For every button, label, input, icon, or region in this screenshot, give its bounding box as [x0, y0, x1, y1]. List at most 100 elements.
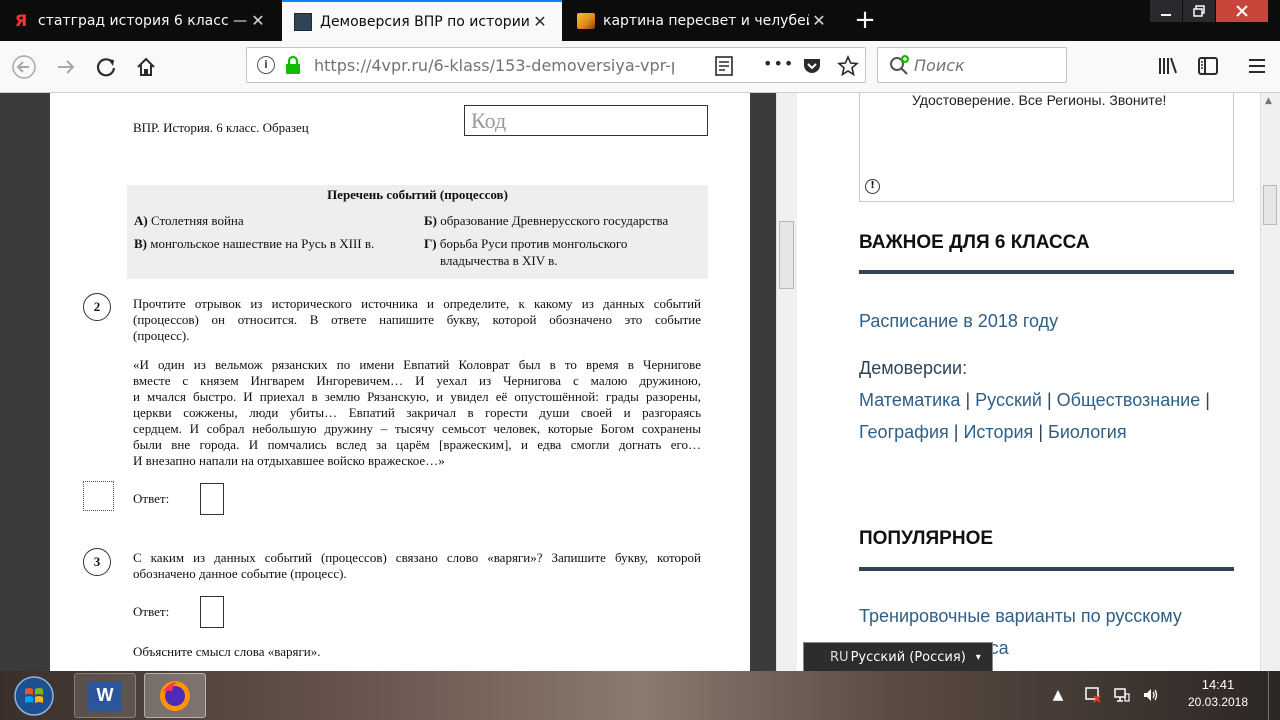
tab-label: статград история 6 класс — Я [38, 12, 248, 29]
event-letter: Г) [424, 236, 437, 251]
demo-links-row-2: География | История | Биология [859, 416, 1127, 448]
demo-link-russian[interactable]: Русский [975, 390, 1042, 410]
schedule-link-text[interactable]: Расписание в 2018 году [859, 311, 1058, 331]
question-number: 2 [83, 293, 111, 321]
ad-info-icon[interactable]: ! [865, 179, 880, 194]
page-scrollbar-thumb[interactable] [1263, 185, 1277, 225]
ad-banner[interactable]: Удостоверение. Все Регионы. Звоните! ! [859, 93, 1234, 202]
tab-kartina[interactable]: картина пересвет и челубей: ✕ [565, 0, 841, 41]
close-icon[interactable]: ✕ [809, 11, 829, 30]
demo-link-social[interactable]: Обществознание [1057, 390, 1201, 410]
volume-icon[interactable] [1141, 685, 1161, 705]
network-icon[interactable] [1112, 685, 1132, 705]
new-tab-button[interactable]: + [850, 4, 880, 36]
clock-time: 14:41 [1201, 677, 1235, 692]
q2-quote-line: вместе с князем Ингварем Ингоревичем… И … [133, 373, 701, 388]
event-text: монгольское нашествие на Русь в XIII в. [150, 236, 375, 251]
q3-explain: Объясните смысл слова «варяги». [133, 644, 321, 659]
page-actions-menu[interactable]: ••• [763, 54, 794, 73]
start-button[interactable] [4, 673, 64, 718]
demo-link-history[interactable]: История [963, 422, 1033, 442]
answer-label: Ответ: [133, 491, 170, 506]
restore-button[interactable] [1183, 0, 1215, 22]
pdf-viewer[interactable]: ВПР. История. 6 класс. Образец Код Переч… [0, 93, 797, 671]
q2-quote-line: были вне города. И помчались вслед за ца… [133, 437, 701, 452]
question-number: 3 [83, 548, 111, 576]
home-icon [137, 57, 155, 76]
close-icon [1236, 5, 1248, 17]
minimize-button[interactable] [1150, 0, 1182, 22]
word-taskbar-button[interactable]: W [74, 673, 136, 718]
score-box [83, 481, 114, 511]
schedule-link[interactable]: Расписание в 2018 году [859, 305, 1058, 337]
hamburger-menu-icon[interactable] [1246, 55, 1268, 77]
tab-demoversiya[interactable]: Демоверсия ВПР по истории ✕ [282, 0, 562, 41]
event-item-g: Г) борьба Руси против монгольского [424, 236, 627, 252]
link-separator: | [965, 390, 971, 410]
pdf-scrollbar-thumb[interactable] [779, 221, 794, 289]
pdf-header: ВПР. История. 6 класс. Образец [133, 120, 309, 135]
url-text[interactable]: https://4vpr.ru/6-klass/153-demoversiya-… [314, 56, 674, 75]
pocket-icon[interactable] [802, 56, 822, 76]
info-icon[interactable]: i [257, 56, 275, 74]
clock-date: 20.03.2018 [1187, 695, 1249, 709]
event-letter: В) [134, 236, 147, 251]
q2-quote-line: сердцем. И собрал небольшую дружину – ты… [133, 421, 701, 436]
windows-taskbar: W ▲ 14:41 20.03.2018 [0, 671, 1280, 720]
bookmark-star-icon[interactable] [837, 55, 859, 77]
q3-line: обозначено данное событие (процесс). [133, 566, 347, 581]
search-bar[interactable] [877, 47, 1067, 83]
close-icon[interactable]: ✕ [248, 11, 268, 30]
library-icon[interactable] [1157, 55, 1179, 77]
forward-button[interactable] [50, 51, 82, 83]
yandex-icon: Я [14, 11, 28, 30]
image-icon [577, 12, 595, 29]
language-bar[interactable]: RU Русский (Россия) ▾ [803, 642, 993, 672]
back-button[interactable] [8, 51, 40, 83]
show-desktop-button[interactable] [1268, 671, 1280, 720]
chevron-down-icon[interactable]: ▾ [966, 652, 981, 663]
reader-view-icon[interactable] [715, 56, 733, 76]
q2-line: (процессов) он относится. В ответе напиш… [133, 312, 701, 327]
demo-link-math[interactable]: Математика [859, 390, 960, 410]
scroll-up-icon[interactable]: ▲ [1265, 96, 1272, 106]
minimize-icon [1161, 14, 1171, 16]
event-letter: Б) [424, 213, 437, 228]
tray-overflow-icon[interactable]: ▲ [1048, 685, 1068, 705]
page-scrollbar[interactable]: ▲ [1260, 93, 1280, 671]
tab-yandex-search[interactable]: Я статград история 6 класс — Я ✕ [0, 0, 280, 41]
popular-link[interactable]: Тренировочные варианты по русскому [859, 600, 1182, 632]
clock[interactable]: 14:41 20.03.2018 [1178, 677, 1258, 709]
tab-label: картина пересвет и челубей: [603, 12, 809, 29]
event-item-b: Б) образование Древнерусского государств… [424, 213, 668, 229]
close-window-button[interactable] [1216, 0, 1268, 22]
link-separator: | [1205, 390, 1210, 410]
pdf-scrollbar[interactable] [776, 93, 797, 671]
action-center-icon[interactable] [1083, 685, 1103, 705]
sidebar-toggle-icon[interactable] [1197, 55, 1219, 77]
popular-link-text[interactable]: Тренировочные варианты по русскому [859, 606, 1182, 626]
event-item-v: В) монгольское нашествие на Русь в XIII … [134, 236, 374, 252]
q2-quote-line: церкви сожжены, люди убиты… Евпатий закр… [133, 405, 701, 420]
search-input[interactable] [914, 55, 1062, 75]
close-icon[interactable]: ✕ [530, 12, 550, 31]
home-button[interactable] [130, 51, 162, 83]
url-bar[interactable]: i https://4vpr.ru/6-klass/153-demoversiy… [246, 47, 866, 83]
event-text: образование Древнерусского государства [440, 213, 669, 228]
reload-icon [96, 58, 116, 77]
demo-link-biology[interactable]: Биология [1048, 422, 1127, 442]
section-title-popular: ПОПУЛЯРНОЕ [859, 528, 994, 549]
tab-strip: Я статград история 6 класс — Я ✕ Демовер… [0, 0, 1280, 41]
page-content: ВПР. История. 6 класс. Образец Код Переч… [0, 93, 1280, 671]
page-icon [294, 12, 312, 31]
q3-line: С каким из данных событий (процессов) св… [133, 550, 701, 565]
event-item-g-cont: владычества в XIV в. [440, 253, 558, 268]
reload-button[interactable] [90, 51, 122, 83]
windows-logo-icon [14, 675, 54, 716]
demo-link-geography[interactable]: География [859, 422, 949, 442]
demo-links-row-1: Математика | Русский | Обществознание | [859, 384, 1210, 416]
firefox-taskbar-button[interactable] [144, 673, 206, 718]
section-title-important: ВАЖНОЕ ДЛЯ 6 КЛАССА [859, 232, 1090, 253]
restore-icon [1193, 5, 1205, 17]
lock-icon[interactable] [285, 55, 301, 75]
